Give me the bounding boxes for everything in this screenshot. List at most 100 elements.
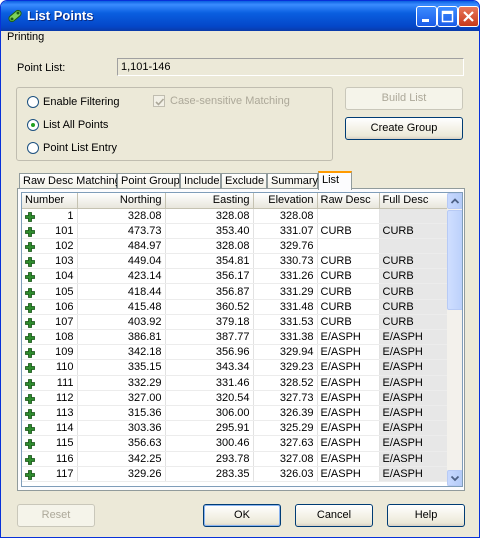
scroll-down-button[interactable] [447, 470, 462, 486]
table-row[interactable]: 111 332.29 331.46 328.52 E/ASPH E/ASPH [22, 375, 448, 391]
close-icon [463, 11, 474, 22]
tab-exclude[interactable]: Exclude [221, 173, 267, 189]
enable-filtering-radio[interactable] [27, 96, 39, 108]
cell-raw-desc: CURB [317, 253, 380, 270]
cell-elevation: 328.08 [253, 208, 318, 224]
table-row[interactable]: 107 403.92 379.18 331.53 CURB CURB [22, 314, 448, 331]
tab-raw-desc-matching[interactable]: Raw Desc Matching [19, 173, 121, 189]
cell-northing: 449.04 [77, 253, 166, 270]
table-row[interactable]: 110 335.15 343.34 329.23 E/ASPH E/ASPH [22, 359, 448, 376]
cell-easting: 293.78 [165, 451, 254, 467]
point-icon [25, 333, 35, 343]
cell-easting: 356.17 [165, 268, 254, 285]
col-northing[interactable]: Northing [77, 193, 166, 209]
point-number: 107 [55, 315, 74, 328]
cell-raw-desc: E/ASPH [317, 466, 380, 482]
cell-northing: 403.92 [77, 314, 166, 331]
cell-easting: 300.46 [165, 435, 254, 452]
cell-elevation: 327.73 [253, 390, 318, 406]
cell-number: 117 [22, 466, 78, 482]
cell-easting: 353.40 [165, 223, 254, 239]
table-row[interactable]: 106 415.48 360.52 331.48 CURB CURB [22, 299, 448, 315]
cell-easting: 320.54 [165, 390, 254, 406]
table-row[interactable]: 113 315.36 306.00 326.39 E/ASPH E/ASPH [22, 405, 448, 422]
cell-northing: 329.26 [77, 466, 166, 482]
help-button[interactable]: Help [387, 504, 465, 527]
ok-button[interactable]: OK [203, 504, 281, 527]
table-row[interactable]: 104 423.14 356.17 331.26 CURB CURB [22, 268, 448, 285]
table-row[interactable]: 112 327.00 320.54 327.73 E/ASPH E/ASPH [22, 390, 448, 406]
tab-list[interactable]: List [318, 171, 352, 190]
table-row[interactable]: 102 484.97 328.08 329.76 [22, 238, 448, 255]
cell-northing: 342.25 [77, 451, 166, 467]
point-list-entry-label[interactable]: Point List Entry [43, 142, 117, 154]
point-list-entry-radio[interactable] [27, 142, 39, 154]
cell-number: 113 [22, 405, 78, 422]
table-row[interactable]: 114 303.36 295.91 325.29 E/ASPH E/ASPH [22, 420, 448, 437]
table-row[interactable]: 109 342.18 356.96 329.94 E/ASPH E/ASPH [22, 344, 448, 361]
table-row[interactable]: 115 356.63 300.46 327.63 E/ASPH E/ASPH [22, 435, 448, 452]
minimize-button[interactable] [416, 6, 437, 27]
table-row[interactable]: 101 473.73 353.40 331.07 CURB CURB [22, 223, 448, 239]
cell-easting: 360.52 [165, 299, 254, 315]
menu-printing[interactable]: Printing [7, 31, 44, 43]
cell-raw-desc: E/ASPH [317, 329, 380, 346]
cell-full-desc: CURB [379, 223, 448, 239]
cell-raw-desc: E/ASPH [317, 420, 380, 437]
cancel-button[interactable]: Cancel [295, 504, 373, 527]
cell-northing: 328.08 [77, 208, 166, 224]
list-points-icon [8, 9, 22, 23]
point-icon [25, 439, 35, 450]
cell-full-desc: CURB [379, 253, 448, 270]
col-easting[interactable]: Easting [165, 193, 254, 209]
cell-northing: 423.14 [77, 268, 166, 285]
cell-raw-desc: CURB [317, 299, 380, 315]
scroll-up-button[interactable] [447, 193, 462, 209]
cell-elevation: 331.53 [253, 314, 318, 331]
point-list-field[interactable]: 1,101-146 [117, 58, 464, 76]
point-number: 110 [55, 361, 74, 374]
cell-elevation: 327.08 [253, 451, 318, 467]
cell-raw-desc: CURB [317, 268, 380, 285]
cell-number: 108 [22, 329, 78, 346]
create-group-button[interactable]: Create Group [345, 117, 463, 140]
col-full-desc[interactable]: Full Desc [379, 193, 448, 209]
table-row[interactable]: 103 449.04 354.81 330.73 CURB CURB [22, 253, 448, 270]
cell-easting: 295.91 [165, 420, 254, 437]
build-list-button[interactable]: Build List [345, 87, 463, 110]
reset-button[interactable]: Reset [17, 504, 95, 527]
cell-full-desc: CURB [379, 299, 448, 315]
tab-include[interactable]: Include [180, 173, 221, 189]
cell-easting: 354.81 [165, 253, 254, 270]
point-icon [25, 302, 35, 313]
table-row[interactable]: 117 329.26 283.35 326.03 E/ASPH E/ASPH [22, 466, 448, 482]
table-row[interactable]: 105 418.44 356.87 331.29 CURB CURB [22, 283, 448, 300]
cell-number: 103 [22, 253, 78, 270]
maximize-button[interactable] [437, 6, 458, 27]
table-row[interactable]: 116 342.25 293.78 327.08 E/ASPH E/ASPH [22, 451, 448, 467]
list-all-points-label[interactable]: List All Points [43, 119, 108, 131]
point-number: 114 [55, 422, 74, 435]
tab-summary[interactable]: Summary [267, 173, 318, 189]
table-row[interactable]: 1 328.08 328.08 328.08 [22, 208, 448, 224]
window-title: List Points [27, 8, 94, 23]
cell-elevation: 331.48 [253, 299, 318, 315]
point-icon [25, 257, 35, 268]
case-sensitive-checkbox[interactable] [153, 95, 165, 107]
point-number: 106 [55, 300, 74, 313]
col-raw-desc[interactable]: Raw Desc [317, 193, 380, 209]
point-icon [25, 318, 35, 328]
cell-number: 112 [22, 390, 78, 406]
scroll-thumb[interactable] [447, 210, 462, 310]
points-table[interactable]: Number Northing Easting Elevation Raw De… [21, 192, 463, 487]
vertical-scrollbar[interactable] [447, 193, 462, 486]
col-elevation[interactable]: Elevation [253, 193, 318, 209]
title-bar[interactable]: List Points [1, 1, 479, 31]
col-number[interactable]: Number [22, 193, 78, 209]
enable-filtering-label[interactable]: Enable Filtering [43, 96, 119, 108]
list-all-points-radio[interactable] [27, 119, 39, 131]
tab-point-groups[interactable]: Point Groups [117, 173, 185, 189]
close-button[interactable] [458, 6, 479, 27]
table-row[interactable]: 108 386.81 387.77 331.38 E/ASPH E/ASPH [22, 329, 448, 346]
point-number: 116 [55, 452, 74, 465]
